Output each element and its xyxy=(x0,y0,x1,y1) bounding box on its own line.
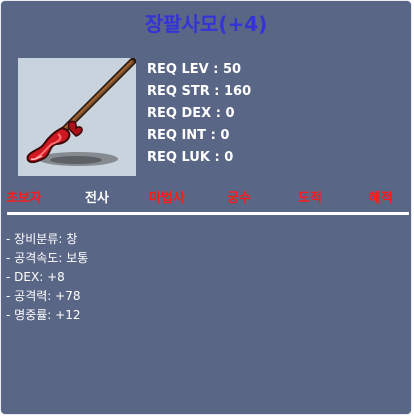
req-luk-row: REQ LUK : 0 xyxy=(147,150,234,165)
req-value: 0 xyxy=(224,150,234,165)
stat-row: - 공격속도: 보통 xyxy=(6,251,89,265)
stats-list: - 장비분류: 창 - 공격속도: 보통 - DEX: +8 - 공격력: +7… xyxy=(6,231,88,326)
stat-row: - 공격력: +78 xyxy=(6,289,81,303)
stat-value: 창 xyxy=(66,232,78,246)
req-value: 0 xyxy=(225,106,235,121)
job-thief: 도적 xyxy=(298,191,322,206)
job-magician: 마법사 xyxy=(149,191,185,206)
job-bowman: 궁수 xyxy=(227,191,251,206)
stat-label: 공격속도 xyxy=(14,251,59,265)
job-list: 초보자 전사 마법사 궁수 도적 해적 xyxy=(1,187,411,207)
item-name: 장팔사모(+4) xyxy=(144,12,268,36)
req-dex-row: REQ DEX : 0 xyxy=(147,106,235,121)
req-label: REQ LUK xyxy=(147,150,210,165)
req-label: REQ INT xyxy=(147,128,207,143)
stat-label: DEX xyxy=(14,270,40,284)
stat-label: 명중률 xyxy=(14,308,48,322)
stat-value: +78 xyxy=(55,289,81,303)
req-label: REQ LEV xyxy=(147,62,209,77)
requirements-list: REQ LEV : 50 REQ STR : 160 REQ DEX : 0 R… xyxy=(147,61,251,171)
spear-icon xyxy=(18,58,136,176)
req-int-row: REQ INT : 0 xyxy=(147,128,230,143)
stat-row: - 장비분류: 창 xyxy=(6,232,78,246)
stat-label: 장비분류 xyxy=(14,232,59,246)
stat-value: 보통 xyxy=(66,251,89,265)
req-value: 160 xyxy=(223,84,252,99)
req-value: 50 xyxy=(222,62,242,77)
req-value: 0 xyxy=(220,128,230,143)
item-tooltip: 장팔사모(+4) REQ LEV : 50 REQ STR : 160 REQ … xyxy=(0,0,412,415)
stat-value: +8 xyxy=(47,270,65,284)
req-label: REQ DEX xyxy=(147,106,212,121)
divider xyxy=(7,212,409,215)
job-pirate: 해적 xyxy=(369,191,393,206)
job-beginner: 초보자 xyxy=(6,191,42,206)
stat-label: 공격력 xyxy=(14,289,48,303)
req-lev-row: REQ LEV : 50 xyxy=(147,62,242,77)
stat-row: - DEX: +8 xyxy=(6,270,65,284)
stat-row: - 명중률: +12 xyxy=(6,308,81,322)
req-label: REQ STR xyxy=(147,84,210,99)
job-warrior: 전사 xyxy=(85,191,109,206)
stat-value: +12 xyxy=(55,308,81,322)
req-str-row: REQ STR : 160 xyxy=(147,84,252,99)
